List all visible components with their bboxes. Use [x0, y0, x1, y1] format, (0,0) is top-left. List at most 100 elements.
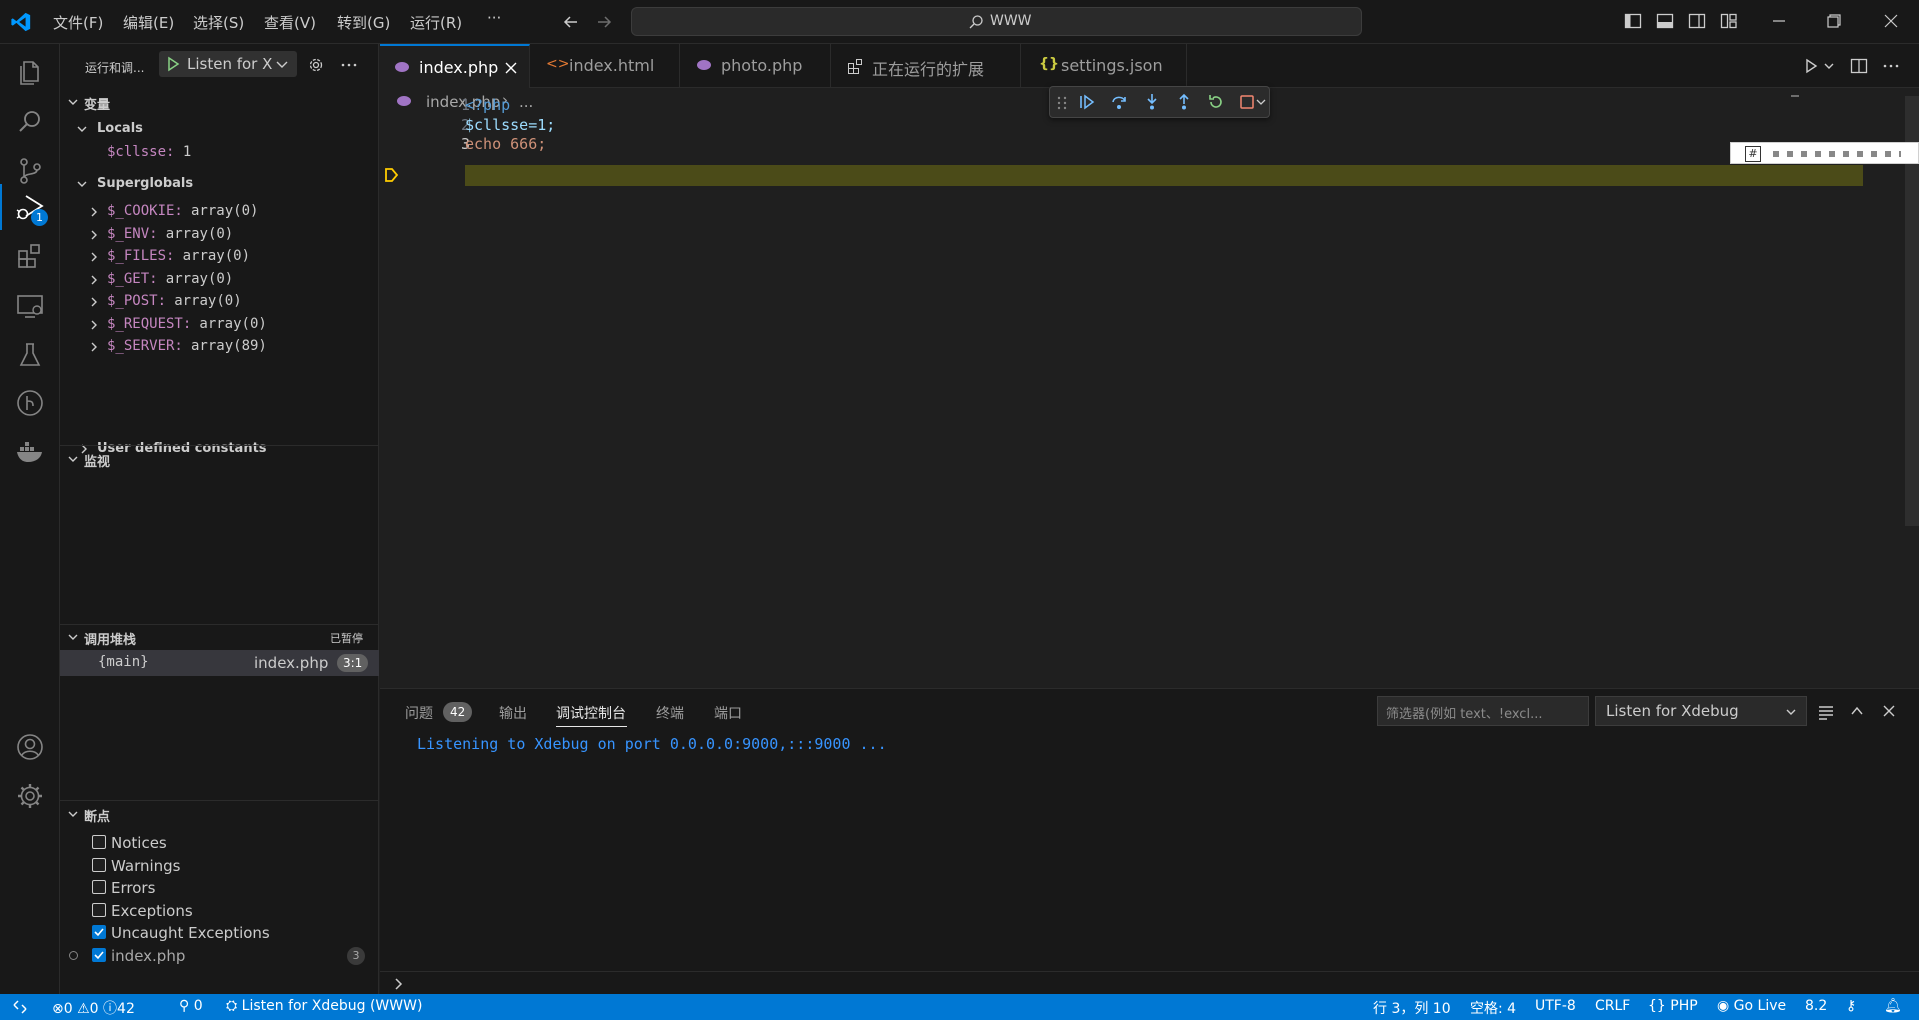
superglobals-scope[interactable]: Superglobals — [60, 171, 379, 197]
menu-selection[interactable]: 选择(S) — [193, 12, 244, 33]
stop-icon[interactable] — [1239, 94, 1255, 110]
close-window-icon[interactable] — [1882, 12, 1900, 30]
console-input[interactable] — [410, 973, 1910, 993]
panel-tab-debug-console[interactable]: 调试控制台 — [556, 703, 626, 723]
run-dropdown-icon[interactable] — [1823, 60, 1835, 72]
filter-input[interactable]: 筛选器(例如 text、!excl... — [1377, 696, 1589, 726]
docker-icon[interactable] — [12, 434, 48, 470]
git-graph-icon[interactable] — [12, 385, 48, 421]
toggle-sidebar-icon[interactable] — [1624, 12, 1642, 30]
extensions-icon[interactable] — [12, 238, 48, 274]
start-debug-icon[interactable] — [165, 56, 181, 72]
tab-index-html[interactable]: <> index.html — [530, 44, 680, 88]
problems-status[interactable]: ⊗0 ⚠0 ⓘ42 — [52, 998, 135, 1018]
encoding[interactable]: UTF-8 — [1535, 998, 1576, 1014]
ime-toolbar[interactable]: # — [1730, 142, 1919, 164]
tab-settings-json[interactable]: {} settings.json — [1021, 44, 1187, 88]
panel-tab-problems[interactable]: 问题 — [405, 703, 433, 723]
indentation[interactable]: 空格: 4 — [1470, 998, 1516, 1018]
tab-photo-php[interactable]: photo.php — [680, 44, 831, 88]
breakpoint-checkbox[interactable] — [92, 835, 106, 849]
command-center-search[interactable]: WWW — [631, 7, 1362, 36]
menu-run[interactable]: 运行(R) — [410, 12, 462, 33]
go-live[interactable]: ◉ Go Live — [1717, 998, 1786, 1014]
tab-running-extensions[interactable]: 正在运行的扩展 — [831, 44, 1021, 88]
variable-name: $_ENV: — [107, 225, 158, 242]
accounts-icon[interactable] — [12, 729, 48, 765]
end-of-line[interactable]: CRLF — [1595, 998, 1630, 1014]
breakpoints-section-header[interactable]: 断点 — [60, 801, 379, 827]
more-actions-icon[interactable] — [340, 56, 358, 74]
menu-view[interactable]: 查看(V) — [264, 12, 316, 33]
chevron-down-icon[interactable] — [1256, 97, 1266, 107]
toggle-secondary-sidebar-icon[interactable] — [1688, 12, 1706, 30]
maximize-panel-icon[interactable] — [1849, 703, 1865, 719]
variable-name: $_SERVER: — [107, 338, 183, 354]
notifications-bell-icon[interactable]: 🔔︎ — [1884, 998, 1902, 1014]
callstack-section-header[interactable]: 调用堆栈 已暂停 — [60, 624, 379, 650]
breakpoint-checkbox[interactable] — [92, 857, 106, 872]
remote-indicator[interactable] — [0, 994, 40, 1020]
chevron-down-icon — [76, 178, 88, 190]
step-into-icon[interactable] — [1143, 93, 1161, 111]
source-control-icon[interactable] — [12, 153, 48, 189]
close-panel-icon[interactable] — [1881, 703, 1897, 719]
code-editor[interactable]: index.php › ... 1 2 3 <?php $cllsse=1; e… — [380, 86, 1919, 688]
tab-label: index.html — [569, 56, 655, 75]
testing-icon[interactable] — [12, 337, 48, 373]
back-arrow-icon[interactable] — [561, 12, 581, 32]
panel-tab-output[interactable]: 输出 — [499, 703, 527, 723]
menu-more[interactable]: ··· — [487, 9, 501, 27]
drag-handle-icon[interactable] — [1056, 95, 1068, 111]
customize-layout-icon[interactable] — [1720, 12, 1738, 30]
breakpoint-checkbox[interactable] — [92, 947, 106, 962]
cursor-position[interactable]: 行 3，列 10 — [1373, 998, 1451, 1018]
run-file-icon[interactable] — [1802, 57, 1820, 75]
manage-gear-icon[interactable] — [12, 778, 48, 814]
menu-go[interactable]: 转到(G) — [337, 12, 390, 33]
breakpoint-checkbox[interactable] — [92, 880, 106, 894]
restart-icon[interactable] — [1207, 93, 1225, 111]
settings-gear-icon[interactable] — [307, 56, 325, 74]
breadcrumb-more[interactable]: ... — [519, 93, 533, 111]
debug-status[interactable]: ⛭ Listen for Xdebug (WWW) — [226, 998, 422, 1014]
variables-section-header[interactable]: 变量 — [60, 89, 379, 115]
ime-icons[interactable] — [1773, 151, 1901, 157]
breakpoint-row[interactable]: index.php 3 — [60, 943, 379, 969]
toggle-panel-icon[interactable] — [1656, 12, 1674, 30]
callstack-frame-row[interactable]: {main} index.php 3:1 — [60, 650, 379, 676]
ime-grid-icon[interactable]: # — [1745, 146, 1761, 162]
step-out-icon[interactable] — [1175, 93, 1193, 111]
ports-status[interactable]: ⚲ 0 — [179, 998, 203, 1014]
search-activity-icon[interactable] — [12, 104, 48, 140]
breakpoint-checkbox[interactable] — [92, 925, 106, 939]
remote-explorer-icon[interactable] — [12, 288, 48, 324]
tab-index-php[interactable]: index.php — [380, 44, 530, 88]
key-icon[interactable]: ⚷ — [1846, 998, 1856, 1014]
tab-label: photo.php — [721, 56, 803, 75]
variable-row[interactable]: $cllsse: 1 — [107, 144, 191, 170]
debug-session-select[interactable]: Listen for Xdebug — [1595, 696, 1807, 726]
restore-icon[interactable] — [1825, 12, 1843, 30]
superglobal-row[interactable]: $_SERVER: array(89) — [60, 334, 379, 360]
panel-tab-terminal[interactable]: 终端 — [656, 703, 684, 723]
php-version[interactable]: 8.2 — [1805, 998, 1827, 1014]
menu-edit[interactable]: 编辑(E) — [123, 12, 174, 33]
editor-more-icon[interactable] — [1882, 57, 1900, 75]
panel-tab-ports[interactable]: 端口 — [714, 703, 742, 723]
forward-arrow-icon[interactable] — [594, 12, 614, 32]
clear-console-icon[interactable] — [1817, 703, 1835, 721]
step-over-icon[interactable] — [1110, 93, 1128, 111]
menu-file[interactable]: 文件(F) — [53, 12, 103, 33]
continue-icon[interactable] — [1078, 93, 1096, 111]
explorer-icon[interactable] — [12, 55, 48, 91]
watch-section-header[interactable]: 监视 — [60, 446, 379, 472]
status-bar: ⊗0 ⚠0 ⓘ42 ⚲ 0 ⛭ Listen for Xdebug (WWW) … — [0, 994, 1919, 1020]
split-editor-icon[interactable] — [1850, 57, 1868, 75]
minimize-icon[interactable] — [1770, 12, 1788, 30]
language-mode[interactable]: {} PHP — [1648, 998, 1698, 1014]
breakpoint-checkbox[interactable] — [92, 902, 106, 917]
debug-config-select[interactable]: Listen for X — [159, 51, 297, 77]
close-tab-icon[interactable] — [504, 61, 518, 75]
locals-scope[interactable]: Locals — [60, 116, 379, 142]
